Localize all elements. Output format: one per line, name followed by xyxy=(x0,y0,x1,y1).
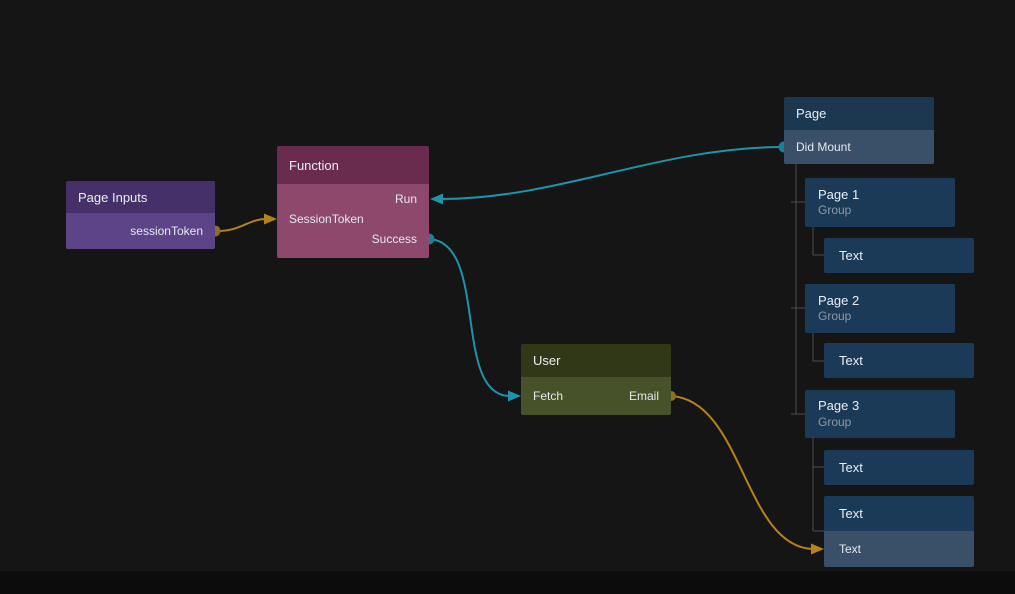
node-page-inputs-header[interactable]: Page Inputs xyxy=(66,181,215,213)
port-label: sessionToken xyxy=(130,224,203,238)
node-title: User xyxy=(533,353,560,368)
node-user-header[interactable]: User xyxy=(521,344,671,377)
node-title: Page xyxy=(796,106,826,121)
edge-arrowhead xyxy=(811,544,824,555)
port-row-fetch-email[interactable]: Fetch Email xyxy=(521,377,671,415)
canvas-bottom-margin xyxy=(0,571,1015,594)
node-subtitle: Group xyxy=(818,309,955,324)
node-page-inputs[interactable]: Page Inputs sessionToken xyxy=(66,181,215,249)
node-function[interactable]: Function Run SessionToken Success xyxy=(277,146,429,258)
node-title: Text xyxy=(839,506,863,521)
edge-success-to-fetch[interactable] xyxy=(429,239,510,396)
port-label: SessionToken xyxy=(289,212,364,226)
node-page[interactable]: Page Did Mount xyxy=(784,97,934,164)
edge-arrowhead xyxy=(508,391,521,402)
node-title: Text xyxy=(839,248,863,263)
port-label: Did Mount xyxy=(796,140,851,154)
node-title: Page Inputs xyxy=(78,190,147,205)
node-text-3[interactable]: Text xyxy=(824,450,974,485)
node-text-4[interactable]: Text Text xyxy=(824,496,974,567)
port-didmount[interactable]: Did Mount xyxy=(784,130,934,164)
node-function-header[interactable]: Function xyxy=(277,146,429,184)
node-title: Page 3 xyxy=(818,398,955,414)
port-success[interactable]: Success xyxy=(277,229,429,249)
node-title: Page 1 xyxy=(818,187,955,203)
port-label: Text xyxy=(839,542,861,556)
port-sessiontoken[interactable]: sessionToken xyxy=(66,213,215,249)
tree-connector-main xyxy=(791,164,805,414)
node-title: Text xyxy=(839,460,863,475)
edge-arrowhead xyxy=(430,194,443,205)
port-run[interactable]: Run xyxy=(277,189,429,209)
node-page1-group[interactable]: Page 1 Group xyxy=(805,178,955,227)
port-text-input[interactable]: Text xyxy=(824,531,974,567)
node-text-4-header[interactable]: Text xyxy=(824,496,974,531)
tree-connector-page1 xyxy=(813,227,824,255)
edge-didmount-to-run[interactable] xyxy=(441,147,783,199)
port-label: Run xyxy=(395,192,417,206)
node-page3-group[interactable]: Page 3 Group xyxy=(805,390,955,438)
node-text-1[interactable]: Text xyxy=(824,238,974,273)
node-subtitle: Group xyxy=(818,415,955,430)
port-label: Success xyxy=(372,232,417,246)
node-user[interactable]: User Fetch Email xyxy=(521,344,671,415)
node-page2-group[interactable]: Page 2 Group xyxy=(805,284,955,333)
edge-sessiontoken-to-function[interactable] xyxy=(215,219,266,231)
node-graph-canvas[interactable]: Page Inputs sessionToken Function Run Se… xyxy=(0,0,1015,594)
edge-arrowhead xyxy=(264,214,277,225)
node-title: Function xyxy=(289,158,339,173)
edge-email-to-text[interactable] xyxy=(671,396,813,549)
node-page-header[interactable]: Page xyxy=(784,97,934,130)
node-title: Text xyxy=(839,353,863,368)
node-subtitle: Group xyxy=(818,203,955,218)
tree-connector-page3 xyxy=(813,438,824,531)
port-label-email: Email xyxy=(629,389,659,403)
node-function-body: Run SessionToken Success xyxy=(277,184,429,258)
port-label-fetch: Fetch xyxy=(533,389,563,403)
port-sessiontoken-input[interactable]: SessionToken xyxy=(277,209,429,229)
node-title: Page 2 xyxy=(818,293,955,309)
tree-connector-page2 xyxy=(813,333,824,361)
node-text-2[interactable]: Text xyxy=(824,343,974,378)
